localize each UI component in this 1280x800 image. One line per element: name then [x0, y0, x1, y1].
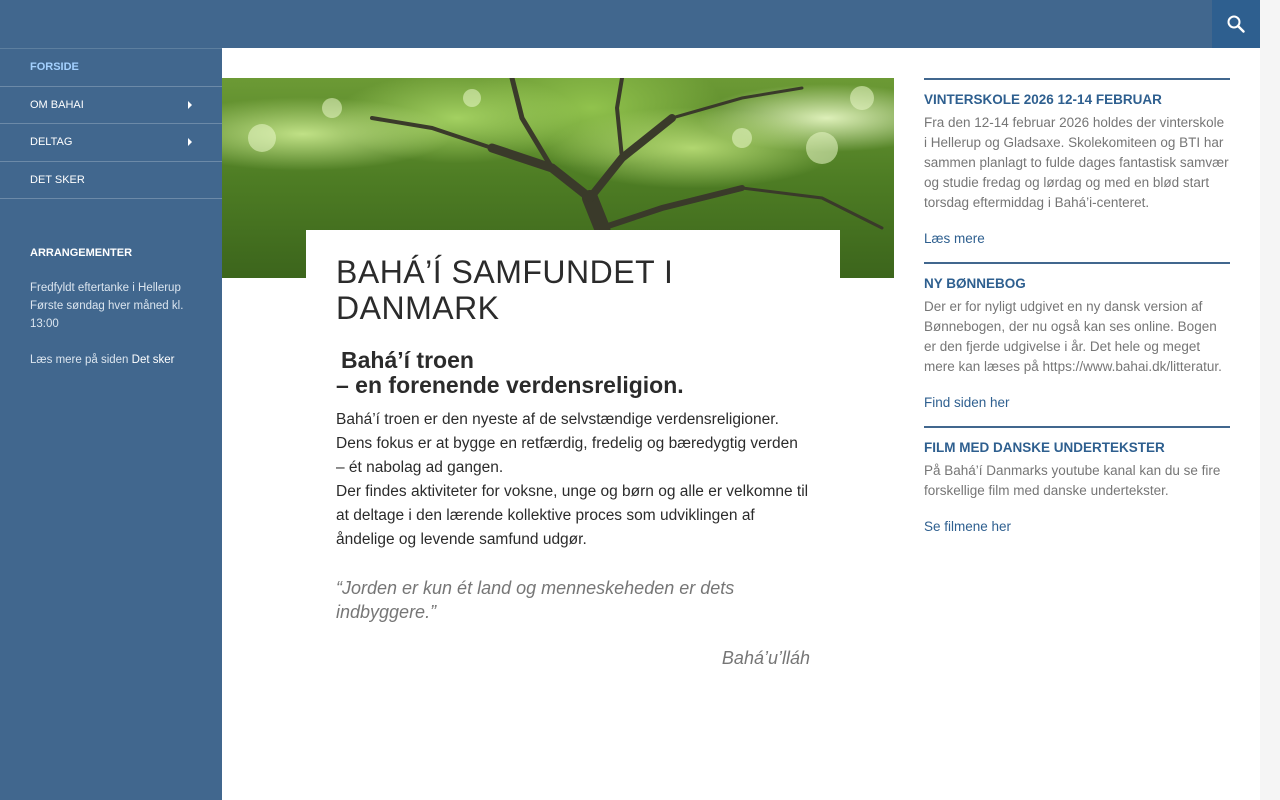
nav-item-label: OM BAHAI [30, 98, 84, 111]
event-description: Fredfyldt eftertanke i Hellerup Første s… [30, 279, 192, 333]
events-widget: ARRANGEMENTER Fredfyldt eftertanke i Hel… [0, 199, 222, 369]
right-sidebar: VINTERSKOLE 2026 12-14 FEBRUAR Fra den 1… [924, 78, 1230, 550]
primary-nav: FORSIDE OM BAHAI DELTAG DET SKER [0, 48, 222, 199]
article-paragraph-2: Der findes aktiviteter for voksne, unge … [336, 483, 809, 548]
widget-film: FILM MED DANSKE UNDERTEKSTER På Bahá’í D… [924, 426, 1230, 536]
widget-ny-boennebog: NY BØNNEBOG Der er for nyligt udgivet en… [924, 262, 1230, 412]
article-paragraph-1: Bahá’í troen er den nyeste af de selvstæ… [336, 411, 798, 476]
article-body: Bahá’í troen er den nyeste af de selvstæ… [336, 408, 810, 552]
find-siden-link[interactable]: Find siden her [924, 395, 1010, 410]
event-line-1: Fredfyldt eftertanke i Hellerup [30, 282, 181, 294]
widget-title: NY BØNNEBOG [924, 276, 1026, 291]
det-sker-link[interactable]: Det sker [132, 354, 175, 366]
quote-attribution: Bahá’u’lláh [721, 648, 810, 668]
page-title: BAHÁ’Í SAMFUNDET I DANMARK [336, 254, 674, 326]
search-icon [1227, 15, 1245, 33]
events-more: Læs mere på siden Det sker [30, 351, 192, 369]
nav-item-det-sker[interactable]: DET SKER [0, 162, 222, 199]
main-article: BAHÁ’Í SAMFUNDET I DANMARK Bahá’í troen … [306, 230, 840, 669]
widget-title: FILM MED DANSKE UNDERTEKSTER [924, 440, 1165, 455]
laes-mere-link[interactable]: Læs mere [924, 231, 985, 246]
quote-text: “Jorden er kun ét land og menneskeheden … [336, 578, 735, 622]
submenu-arrow-icon[interactable] [188, 100, 192, 109]
widget-title: VINTERSKOLE 2026 12-14 FEBRUAR [924, 92, 1162, 107]
event-line-2: Første søndag hver måned kl. 13:00 [30, 300, 184, 330]
nav-item-label: DELTAG [30, 136, 73, 149]
article-subtitle: Bahá’í troen – en forenende verdensrelig… [336, 348, 810, 398]
nav-item-label: FORSIDE [30, 61, 79, 74]
widget-text: Der er for nyligt udgivet en ny dansk ve… [924, 299, 1222, 374]
widget-text: Fra den 12-14 februar 2026 holdes der vi… [924, 115, 1229, 210]
nav-item-deltag[interactable]: DELTAG [0, 124, 222, 162]
widget-text: På Bahá’í Danmarks youtube kanal kan du … [924, 463, 1221, 498]
widget-vinterskole: VINTERSKOLE 2026 12-14 FEBRUAR Fra den 1… [924, 78, 1230, 248]
events-more-prefix: Læs mere på siden [30, 354, 132, 366]
nav-item-forside[interactable]: FORSIDE [0, 49, 222, 87]
subtitle-line-2: – en forenende verdensreligion. [336, 372, 684, 398]
se-filmene-link[interactable]: Se filmene her [924, 519, 1011, 534]
site-header [0, 0, 1260, 48]
events-widget-title: ARRANGEMENTER [30, 247, 133, 259]
subtitle-line-1: Bahá’í troen [341, 347, 474, 373]
submenu-arrow-icon[interactable] [188, 138, 192, 147]
nav-item-label: DET SKER [30, 173, 85, 186]
left-sidebar: FORSIDE OM BAHAI DELTAG DET SKER ARRANGE… [0, 48, 222, 800]
search-button[interactable] [1212, 0, 1260, 48]
nav-item-om-bahai[interactable]: OM BAHAI [0, 87, 222, 124]
